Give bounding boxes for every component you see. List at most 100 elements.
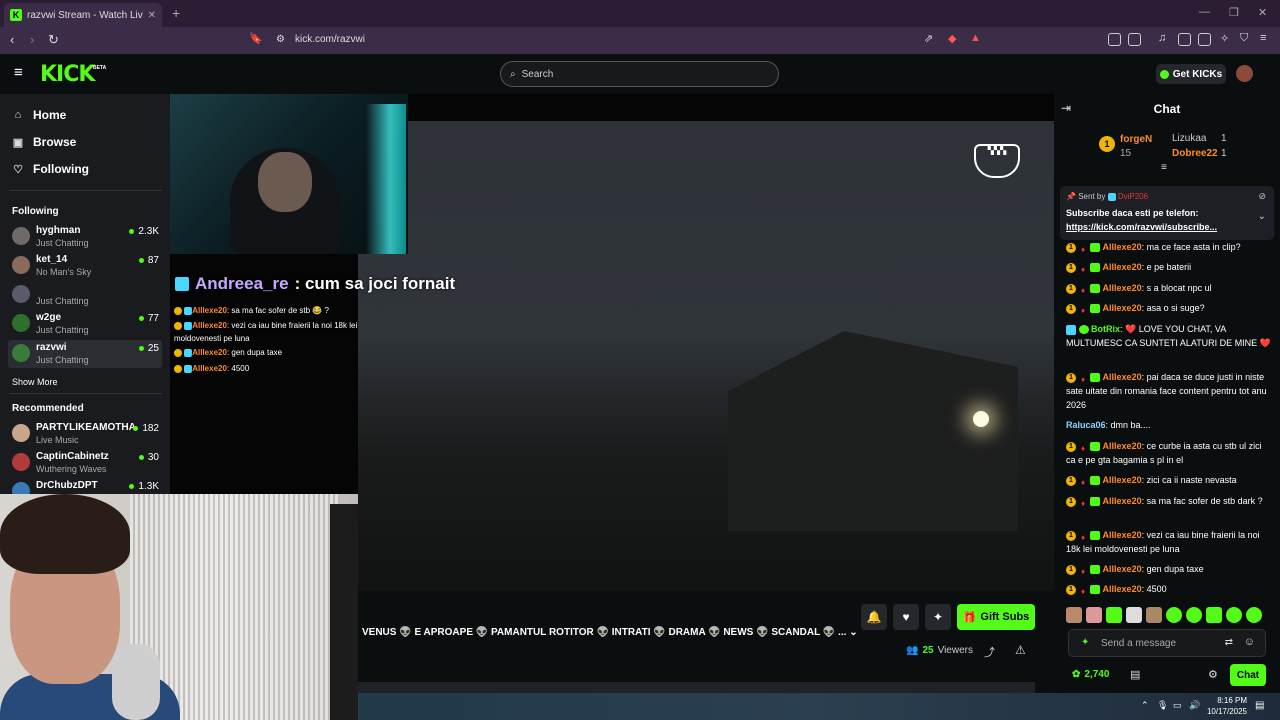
channel-item[interactable]: w2ge Just Chatting 77 bbox=[8, 310, 162, 338]
chevron-down-icon[interactable]: ⌄ bbox=[1258, 211, 1266, 222]
menu-icon[interactable]: ≡ bbox=[1260, 32, 1266, 44]
show-more-link[interactable]: Show More bbox=[12, 377, 58, 387]
emote-icon[interactable] bbox=[1166, 607, 1182, 623]
pinned-link[interactable]: https://kick.com/razvwi/subscribe... bbox=[1066, 222, 1217, 232]
emote-icon[interactable] bbox=[1126, 607, 1142, 623]
forward-icon[interactable]: › bbox=[30, 32, 34, 47]
channel-name: w2ge bbox=[36, 312, 62, 323]
new-tab-icon[interactable]: + bbox=[172, 5, 180, 21]
wallet-icon[interactable] bbox=[1198, 33, 1211, 46]
channel-item[interactable]: Just Chatting bbox=[8, 281, 162, 309]
boost-button[interactable]: ✦ bbox=[925, 604, 951, 630]
mask-logo-icon: ▚▚▚ bbox=[974, 144, 1020, 178]
filter-icon[interactable]: ≡ bbox=[1161, 162, 1167, 173]
chat-input[interactable]: ✦ Send a message ⇄ ☺ bbox=[1068, 629, 1266, 657]
store-icon[interactable]: ▤ bbox=[1130, 668, 1140, 681]
translate-icon[interactable]: ⇄ bbox=[1225, 637, 1233, 648]
close-window-icon[interactable]: ✕ bbox=[1258, 6, 1267, 19]
chevron-down-icon[interactable]: ⌄ bbox=[849, 627, 857, 638]
browser-tab[interactable]: K razvwi Stream - Watch Live o ✕ bbox=[4, 3, 162, 27]
sidebar-divider bbox=[10, 190, 162, 191]
clock-time: 8:16 PM bbox=[1217, 696, 1247, 705]
heart-icon: ♥ bbox=[902, 610, 910, 624]
follow-button[interactable]: ♥ bbox=[893, 604, 919, 630]
brave-rewards-icon[interactable]: ▲ bbox=[970, 32, 981, 44]
unpin-icon[interactable]: ⊘ bbox=[1258, 191, 1266, 202]
video-frame bbox=[358, 121, 1054, 591]
viewer-count: 25 bbox=[138, 343, 159, 354]
chat-message: 1 ♦ Alllexe20: e pe baterii bbox=[1066, 260, 1272, 274]
browser-nav-bar: ‹ › ↻ 🔖 ⚙ kick.com/razvwi ⇗ ◆ ▲ ♫ ✧ ⛉ ≡ bbox=[0, 27, 1280, 54]
emote-icon[interactable] bbox=[1206, 607, 1222, 623]
minimize-icon[interactable]: — bbox=[1199, 6, 1210, 18]
channel-category: No Man's Sky bbox=[36, 267, 92, 277]
channel-item[interactable]: PARTYLIKEAMOTHA Live Music 182 bbox=[8, 420, 162, 448]
leo-ai-icon[interactable]: ✧ bbox=[1220, 32, 1229, 45]
vpn-icon[interactable]: ⛉ bbox=[1240, 32, 1248, 45]
chat-message: 1 ♦ Alllexe20: vezi ca iau bine fraierii… bbox=[1066, 530, 1260, 554]
channel-category: Just Chatting bbox=[36, 296, 89, 306]
emote-icon[interactable] bbox=[1066, 607, 1082, 623]
nav-browse[interactable]: ▣ Browse bbox=[12, 135, 77, 149]
taskbar-clock[interactable]: 8:16 PM 10/17/2025 bbox=[1195, 695, 1247, 717]
emote-icon[interactable] bbox=[1246, 607, 1262, 623]
emote-icon[interactable] bbox=[1186, 607, 1202, 623]
mic-tray-icon[interactable]: 🎙 bbox=[1157, 700, 1168, 711]
viewer-count: 182 bbox=[133, 423, 159, 434]
sidebar-toggle-icon[interactable] bbox=[1178, 33, 1191, 46]
emote-icon[interactable] bbox=[1226, 607, 1242, 623]
channel-name: CaptinCabinetz bbox=[36, 451, 109, 462]
pin-icon: 📌 bbox=[1066, 192, 1076, 201]
extensions-icon[interactable] bbox=[1108, 33, 1121, 46]
info-strip bbox=[358, 682, 1035, 693]
media-icon[interactable]: ♫ bbox=[1158, 32, 1166, 44]
hamburger-menu-icon[interactable]: ≡ bbox=[14, 64, 23, 81]
network-icon[interactable]: ▭ bbox=[1173, 700, 1182, 711]
get-kicks-button[interactable]: Get KICKs bbox=[1156, 64, 1226, 84]
share-icon[interactable]: ⤴ bbox=[984, 644, 995, 660]
nav-following[interactable]: ♡ Following bbox=[12, 162, 89, 176]
share-page-icon[interactable]: ⇗ bbox=[924, 32, 933, 45]
send-chat-button[interactable]: Chat bbox=[1230, 664, 1266, 686]
site-header: ≡ KICK BETA ⌕ Search Get KICKs bbox=[0, 54, 1280, 94]
restore-icon[interactable]: ❐ bbox=[1229, 6, 1239, 19]
emote-icon[interactable] bbox=[1086, 607, 1102, 623]
channel-category: Just Chatting bbox=[36, 238, 89, 248]
channel-item[interactable]: ket_14 No Man's Sky 87 bbox=[8, 252, 162, 280]
emoji-icon[interactable]: ☺ bbox=[1244, 636, 1255, 648]
search-input[interactable]: ⌕ Search bbox=[500, 61, 779, 87]
chat-message: 1 ♦ Alllexe20: pai daca se duce justi in… bbox=[1066, 372, 1267, 410]
brave-shield-icon[interactable]: ◆ bbox=[948, 32, 956, 45]
channel-name: DrChubzDPT bbox=[36, 480, 98, 491]
nav-home[interactable]: ⌂ Home bbox=[12, 108, 67, 122]
bookmark-icon[interactable]: 🔖 bbox=[249, 32, 263, 45]
pinned-sender: DviP206 bbox=[1117, 192, 1149, 201]
notification-icon[interactable]: ▤ bbox=[1255, 700, 1264, 711]
leader-name: forgeN bbox=[1120, 134, 1153, 145]
channel-avatar bbox=[12, 424, 30, 442]
kick-logo[interactable]: KICK bbox=[40, 62, 95, 87]
channel-name: ket_14 bbox=[36, 254, 68, 265]
overlay-chat-message: Alllexe20: gen dupa taxe bbox=[174, 346, 404, 359]
kicks-balance[interactable]: ✿ 2,740 bbox=[1072, 669, 1109, 680]
reader-icon[interactable] bbox=[1128, 33, 1141, 46]
site-info-icon[interactable]: ⚙ bbox=[276, 34, 285, 45]
chat-message: 1 ♦ Alllexe20: s a blocat npc ul bbox=[1066, 281, 1272, 295]
close-tab-icon[interactable]: ✕ bbox=[148, 10, 156, 21]
channel-item[interactable]: CaptinCabinetz Wuthering Waves 30 bbox=[8, 449, 162, 477]
emote-icon[interactable] bbox=[1106, 607, 1122, 623]
gift-subs-button[interactable]: 🎁 Gift Subs bbox=[957, 604, 1035, 630]
tray-chevron-icon[interactable]: ⌃ bbox=[1141, 700, 1149, 711]
settings-gear-icon[interactable]: ⚙ bbox=[1208, 668, 1218, 681]
back-icon[interactable]: ‹ bbox=[10, 32, 14, 47]
search-placeholder: Search bbox=[521, 68, 554, 80]
report-icon[interactable]: ⚠ bbox=[1015, 643, 1026, 657]
channel-item-active[interactable]: razvwi Just Chatting 25 bbox=[8, 340, 162, 368]
reload-icon[interactable]: ↻ bbox=[48, 32, 59, 48]
emote-icon[interactable] bbox=[1146, 607, 1162, 623]
channel-item[interactable]: hyghman Just Chatting 2.3K bbox=[8, 223, 162, 251]
notifications-button[interactable]: 🔔 bbox=[861, 604, 887, 630]
get-kicks-label: Get KICKs bbox=[1172, 68, 1223, 80]
address-bar[interactable]: kick.com/razvwi bbox=[295, 34, 365, 45]
user-avatar[interactable] bbox=[1236, 65, 1253, 82]
